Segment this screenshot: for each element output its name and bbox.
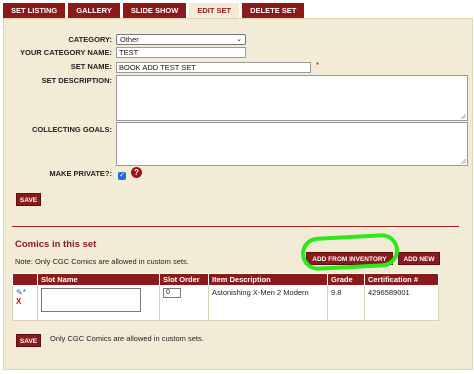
slot-name-textarea[interactable] <box>41 288 141 312</box>
tab-edit-set[interactable]: EDIT SET <box>189 3 240 19</box>
item-description-cell: Astonishing X-Men 2 Modern <box>208 285 328 321</box>
resize-grip-icon[interactable] <box>461 114 466 119</box>
actions-column-header <box>12 273 38 286</box>
add-new-button[interactable]: ADD NEW <box>398 252 440 265</box>
tab-bar: SET LISTING GALLERY SLIDE SHOW EDIT SET … <box>3 3 305 19</box>
column-header-slot-name: Slot Name <box>37 273 160 286</box>
category-select[interactable]: Other ⌄ <box>116 34 246 45</box>
tab-delete-set[interactable]: DELETE SET <box>242 3 305 18</box>
slot-order-input[interactable]: 0 <box>163 288 181 298</box>
table-header-row: Slot Name Slot Order Item Description Gr… <box>12 273 439 286</box>
save-comics-button[interactable]: SAVE <box>16 334 41 347</box>
column-header-slot-order: Slot Order <box>159 273 209 286</box>
tab-slide-show[interactable]: SLIDE SHOW <box>122 3 187 18</box>
category-select-value: Other <box>120 35 139 44</box>
table-row: ✎* X 0 Astonishing X-Men 2 Modern 9.8 42… <box>12 285 439 321</box>
make-private-checkbox[interactable]: ✓ <box>118 172 126 180</box>
slot-name-cell <box>37 285 160 321</box>
column-header-certification: Certification # <box>364 273 439 286</box>
cgc-note: Note: Only CGC Comics are allowed in cus… <box>15 257 189 266</box>
highlight-circle <box>300 232 400 272</box>
set-name-label: SET NAME: <box>70 62 112 71</box>
set-description-textarea[interactable] <box>116 75 468 121</box>
required-marker: * <box>316 61 320 70</box>
tab-set-listing[interactable]: SET LISTING <box>3 3 66 18</box>
your-category-name-label: YOUR CATEGORY NAME: <box>20 48 112 57</box>
comics-section-title: Comics in this set <box>15 239 97 250</box>
delete-icon[interactable]: X <box>16 297 34 306</box>
collecting-goals-textarea[interactable] <box>116 122 468 166</box>
slot-order-cell: 0 <box>159 285 209 321</box>
help-icon[interactable]: ? <box>131 167 142 178</box>
resize-grip-icon[interactable] <box>461 159 466 164</box>
comics-table: Slot Name Slot Order Item Description Gr… <box>12 273 439 321</box>
tab-gallery[interactable]: GALLERY <box>68 3 120 18</box>
column-header-grade: Grade <box>327 273 365 286</box>
grade-cell: 9.8 <box>327 285 365 321</box>
edit-icon[interactable]: ✎* <box>16 288 34 297</box>
set-name-input[interactable]: BOOK ADD TEST SET <box>116 62 311 73</box>
column-header-item-description: Item Description <box>208 273 328 286</box>
section-divider <box>12 226 459 227</box>
make-private-label: MAKE PRIVATE?: <box>49 169 112 178</box>
certification-cell: 4296589001 <box>364 285 439 321</box>
set-description-label: SET DESCRIPTION: <box>41 76 112 85</box>
chevron-down-icon: ⌄ <box>236 36 242 43</box>
row-actions-cell: ✎* X <box>12 285 38 321</box>
collecting-goals-label: COLLECTING GOALS: <box>32 125 112 134</box>
save-button[interactable]: SAVE <box>16 193 41 206</box>
your-category-name-input[interactable]: TEST <box>116 47 246 58</box>
checkmark-icon: ✓ <box>119 172 125 179</box>
category-label: CATEGORY: <box>68 35 112 44</box>
footer-note: Only CGC Comics are allowed in custom se… <box>50 334 204 343</box>
